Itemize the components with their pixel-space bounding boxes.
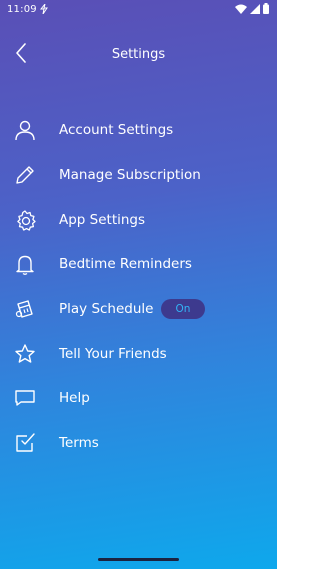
- status-icons: [235, 3, 269, 17]
- status-bar: 11:09: [0, 0, 277, 20]
- signal-icon: [250, 3, 260, 17]
- dnd-icon: [39, 3, 48, 17]
- star-icon: [13, 342, 37, 366]
- bell-icon: [13, 252, 37, 276]
- pencil-icon: [13, 163, 37, 187]
- chat-bubble-icon: [13, 386, 37, 410]
- menu-item-terms[interactable]: Terms: [0, 421, 277, 466]
- menu-item-label: Bedtime Reminders: [59, 256, 192, 273]
- menu-item-tell-your-friends[interactable]: Tell Your Friends: [0, 331, 277, 376]
- calendar-icon: [13, 297, 37, 321]
- gear-icon: [13, 208, 37, 232]
- person-icon: [13, 118, 37, 142]
- menu-item-label: Play Schedule: [59, 301, 154, 318]
- menu-item-app-settings[interactable]: App Settings: [0, 197, 277, 242]
- menu-item-play-schedule[interactable]: Play Schedule On: [0, 287, 277, 332]
- wifi-icon: [235, 4, 247, 17]
- settings-screen: 11:09 Settings Account Settings Manage S…: [0, 0, 277, 569]
- menu-item-manage-subscription[interactable]: Manage Subscription: [0, 153, 277, 198]
- settings-menu: Account Settings Manage Subscription App…: [0, 108, 277, 466]
- menu-item-label: Help: [59, 390, 90, 407]
- menu-item-label: Account Settings: [59, 122, 174, 139]
- menu-item-label: Manage Subscription: [59, 167, 201, 184]
- home-indicator[interactable]: [98, 558, 179, 561]
- menu-item-label: Tell Your Friends: [59, 345, 167, 362]
- battery-icon: [263, 3, 269, 17]
- menu-item-bedtime-reminders[interactable]: Bedtime Reminders: [0, 242, 277, 287]
- menu-item-help[interactable]: Help: [0, 376, 277, 421]
- checkbox-icon: [13, 431, 37, 455]
- page-title: Settings: [111, 47, 166, 62]
- menu-item-label: Terms: [59, 435, 99, 452]
- menu-item-label: App Settings: [59, 211, 146, 228]
- play-schedule-toggle[interactable]: On: [161, 299, 205, 320]
- header: Settings: [0, 40, 277, 70]
- status-time: 11:09: [7, 4, 37, 15]
- menu-item-account-settings[interactable]: Account Settings: [0, 108, 277, 153]
